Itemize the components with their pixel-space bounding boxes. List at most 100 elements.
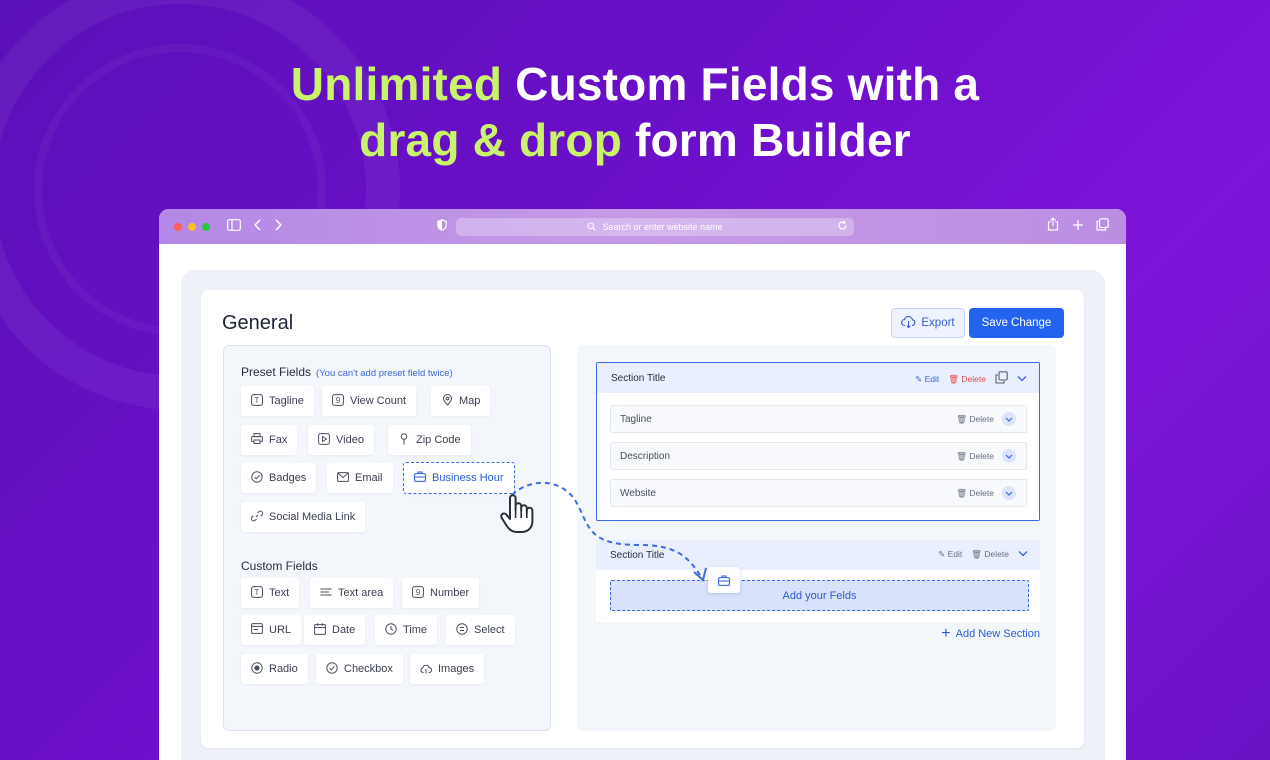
back-icon[interactable]: [253, 217, 262, 235]
hero-accent-2: drag & drop: [359, 114, 622, 166]
custom-chip-checkbox[interactable]: Checkbox: [316, 654, 403, 684]
plus-icon: +: [941, 625, 951, 642]
chevron-down-icon[interactable]: [1017, 373, 1027, 385]
preset-chip-view-count[interactable]: 9 View Count: [322, 386, 417, 416]
radio-icon: [251, 661, 263, 677]
duplicate-icon[interactable]: [995, 371, 1008, 387]
custom-chip-time[interactable]: Time: [375, 615, 438, 645]
section-title: Section Title: [610, 549, 665, 561]
forward-icon[interactable]: [274, 217, 283, 235]
custom-chip-text-area[interactable]: Text area: [310, 578, 394, 608]
custom-chip-images[interactable]: Images: [410, 654, 485, 684]
field-label: Description: [620, 450, 671, 462]
chevron-down-icon[interactable]: [1002, 449, 1016, 463]
briefcase-icon: [414, 471, 426, 485]
chevron-down-icon[interactable]: [1018, 548, 1028, 560]
sidebar-icon[interactable]: [227, 217, 241, 235]
lines-icon: [320, 587, 332, 600]
map-pin-icon: [441, 393, 453, 409]
preset-chip-tagline[interactable]: T Tagline: [241, 386, 314, 416]
section-edit-button[interactable]: ✎ Edit: [915, 374, 939, 385]
preset-chip-badges[interactable]: Badges: [241, 463, 317, 493]
export-button[interactable]: Export: [891, 308, 965, 338]
chip-label: URL: [269, 624, 292, 636]
field-drop-zone[interactable]: Add your Felds: [610, 580, 1029, 611]
delete-label: Delete: [969, 488, 994, 498]
field-delete-button[interactable]: 🗑 Delete: [956, 488, 994, 499]
chip-label: View Count: [350, 395, 407, 407]
export-label: Export: [921, 317, 955, 329]
clock-icon: [385, 622, 397, 638]
preset-chip-fax[interactable]: Fax: [241, 425, 298, 455]
save-change-button[interactable]: Save Change: [969, 308, 1064, 338]
chip-label: Date: [332, 624, 356, 636]
browser-window: Search or enter website name General Exp…: [159, 209, 1126, 760]
text-box-icon: T: [251, 393, 263, 409]
chip-label: Video: [336, 434, 364, 446]
field-row-website[interactable]: Website 🗑 Delete: [610, 479, 1027, 507]
field-row-tagline[interactable]: Tagline 🗑 Delete: [610, 405, 1027, 433]
reload-icon[interactable]: [837, 220, 848, 234]
section-delete-button[interactable]: 🗑 Delete: [948, 374, 986, 385]
field-delete-button[interactable]: 🗑 Delete: [956, 451, 994, 462]
preset-chip-social-media-link[interactable]: Social Media Link: [241, 502, 366, 532]
number-box-icon: 9: [412, 585, 424, 601]
delete-label: Delete: [969, 451, 994, 461]
section-delete-button[interactable]: 🗑 Delete: [971, 549, 1009, 560]
cloud-download-icon: [901, 315, 916, 331]
field-label: Website: [620, 487, 656, 499]
minimize-window-dot[interactable]: [188, 223, 196, 231]
chip-label: Fax: [269, 434, 288, 446]
hero-accent-1: Unlimited: [290, 58, 503, 110]
chevron-down-icon[interactable]: [1002, 486, 1016, 500]
section-edit-button[interactable]: ✎ Edit: [938, 549, 962, 560]
preset-chip-business-hour[interactable]: Business Hour: [403, 462, 515, 494]
address-bar[interactable]: Search or enter website name: [456, 218, 854, 236]
preset-chip-email[interactable]: Email: [327, 463, 393, 493]
svg-text:T: T: [255, 588, 260, 597]
calendar-icon: [314, 622, 326, 638]
delete-label: Delete: [969, 414, 994, 424]
add-new-section-button[interactable]: + Add New Section: [941, 625, 1040, 642]
custom-chip-number[interactable]: 9 Number: [402, 578, 480, 608]
chip-label: Badges: [269, 472, 307, 484]
chip-label: Time: [403, 624, 428, 636]
section-header: Section Title ✎ Edit 🗑 Delete: [596, 540, 1040, 570]
select-icon: [456, 622, 468, 638]
chip-label: Email: [355, 472, 383, 484]
maximize-window-dot[interactable]: [202, 223, 210, 231]
custom-chip-radio[interactable]: Radio: [241, 654, 308, 684]
delete-label: Delete: [984, 548, 1009, 559]
svg-text:9: 9: [416, 588, 421, 597]
number-box-icon: 9: [332, 393, 344, 409]
chip-label: Images: [438, 663, 475, 675]
close-window-dot[interactable]: [174, 223, 182, 231]
hero-rest-1: Custom Fields with a: [502, 58, 980, 110]
svg-text:9: 9: [336, 396, 341, 405]
hero-rest-2: form Builder: [622, 114, 911, 166]
search-icon: [587, 222, 597, 233]
pin-icon: [398, 432, 410, 448]
field-delete-button[interactable]: 🗑 Delete: [956, 414, 994, 425]
chip-label: Checkbox: [344, 663, 393, 675]
share-icon[interactable]: [1047, 217, 1059, 235]
edit-label: Edit: [947, 548, 963, 559]
field-label: Tagline: [620, 413, 652, 425]
custom-chip-text[interactable]: T Text: [241, 578, 300, 608]
hero-line-2: drag & drop form Builder: [0, 112, 1270, 168]
custom-chip-date[interactable]: Date: [304, 615, 366, 645]
chevron-down-icon[interactable]: [1002, 412, 1016, 426]
custom-chip-select[interactable]: Select: [446, 615, 515, 645]
section-header: Section Title ✎ Edit 🗑 Delete: [597, 363, 1039, 393]
new-tab-icon[interactable]: [1072, 217, 1084, 235]
field-row-description[interactable]: Description 🗑 Delete: [610, 442, 1027, 470]
edit-label: Edit: [924, 373, 940, 384]
tabs-icon[interactable]: [1096, 217, 1109, 235]
preset-chip-video[interactable]: Video: [308, 425, 374, 455]
url-icon: [251, 623, 263, 637]
custom-chip-url[interactable]: URL: [241, 615, 302, 645]
preset-fields-label: Preset Fields: [241, 365, 312, 379]
preset-chip-map[interactable]: Map: [431, 386, 491, 416]
preset-chip-zip-code[interactable]: Zip Code: [388, 425, 471, 455]
hand-cursor-icon: [498, 492, 536, 534]
